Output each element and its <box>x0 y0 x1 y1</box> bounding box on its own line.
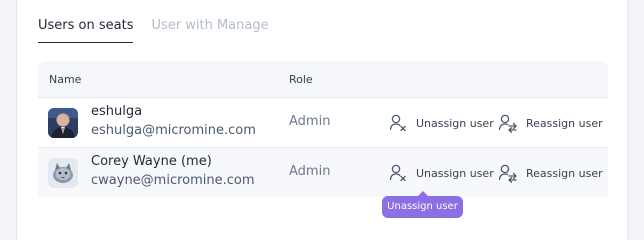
unassign-user-label: Unassign user <box>416 116 494 130</box>
user-email: eshulga@micromine.com <box>91 123 256 138</box>
avatar <box>48 158 78 188</box>
tab-user-with-manage[interactable]: User with Manage <box>151 17 268 43</box>
tab-bar: Users on seats User with Manage <box>38 17 269 45</box>
user-remove-icon <box>388 113 408 133</box>
user-swap-icon <box>498 163 518 183</box>
unassign-user-button[interactable]: Unassign user <box>388 111 494 135</box>
table-header: Name Role <box>38 61 608 97</box>
reassign-user-button[interactable]: Reassign user <box>498 161 603 185</box>
seats-panel: Users on seats User with Manage Name Rol… <box>16 0 628 240</box>
user-role: Admin <box>289 114 331 129</box>
user-role: Admin <box>289 164 331 179</box>
unassign-user-button[interactable]: Unassign user <box>388 161 494 185</box>
column-header-name: Name <box>49 73 82 86</box>
avatar <box>48 108 78 138</box>
unassign-user-tooltip: Unassign user <box>382 191 463 218</box>
user-name: eshulga <box>91 104 143 119</box>
reassign-user-label: Reassign user <box>526 116 603 130</box>
tab-users-on-seats[interactable]: Users on seats <box>38 17 134 43</box>
column-header-role: Role <box>289 73 313 86</box>
user-swap-icon <box>498 113 518 133</box>
table-row: Corey Wayne (me) cwayne@micromine.com Ad… <box>38 147 608 197</box>
user-name: Corey Wayne (me) <box>91 154 212 169</box>
reassign-user-label: Reassign user <box>526 166 603 180</box>
users-table: Name Role eshulga eshulga@micromine.com … <box>38 61 608 197</box>
unassign-user-label: Unassign user <box>416 166 494 180</box>
reassign-user-button[interactable]: Reassign user <box>498 111 603 135</box>
user-remove-icon <box>388 163 408 183</box>
table-row: eshulga eshulga@micromine.com Admin Unas… <box>38 97 608 147</box>
user-email: cwayne@micromine.com <box>91 173 255 188</box>
